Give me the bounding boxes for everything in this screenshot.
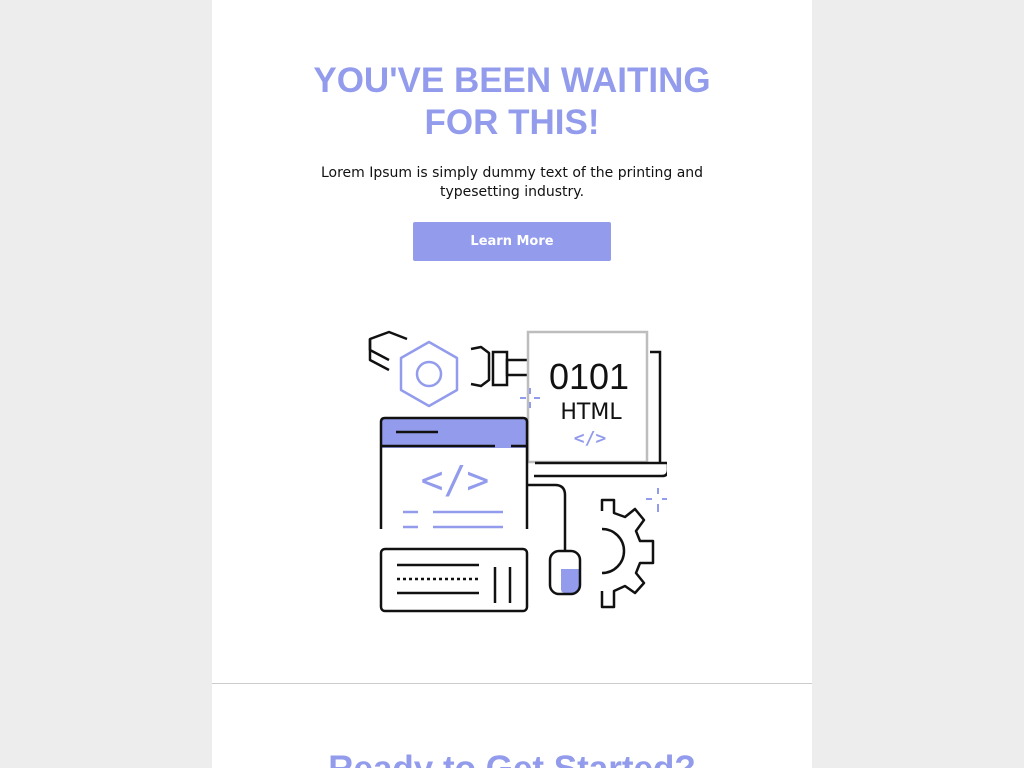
hero-title: YOU'VE BEEN WAITING FOR THIS! — [212, 60, 812, 144]
code-symbol-small: </> — [574, 428, 607, 449]
html-label: HTML — [560, 400, 622, 425]
hero-description-line-2: typesetting industry. — [439, 184, 585, 200]
section-title: Ready to Get Started? — [212, 748, 812, 768]
hex-nut-icon — [399, 340, 459, 408]
hero-title-line-1: YOU'VE BEEN WAITING — [313, 61, 711, 100]
hero-title-line-2: FOR THIS! — [424, 103, 600, 142]
hero-description: Lorem Ipsum is simply dummy text of the … — [307, 164, 717, 202]
web-development-illustration: 0101 HTML </> </> — [368, 330, 667, 613]
code-window-icon: </> — [379, 416, 529, 529]
laptop-icon: 0101 HTML </> — [526, 330, 667, 478]
sparkle-icon — [646, 488, 667, 512]
keyboard-icon — [379, 547, 529, 613]
mouse-icon — [527, 483, 582, 596]
binary-label: 0101 — [549, 356, 629, 397]
section-divider — [212, 683, 812, 684]
email-container: YOU'VE BEEN WAITING FOR THIS! Lorem Ipsu… — [212, 0, 812, 768]
learn-more-button[interactable]: Learn More — [413, 222, 611, 261]
hero-description-line-1: Lorem Ipsum is simply dummy text of the … — [320, 165, 704, 181]
code-symbol-large: </> — [421, 458, 490, 502]
gear-icon — [600, 498, 655, 609]
